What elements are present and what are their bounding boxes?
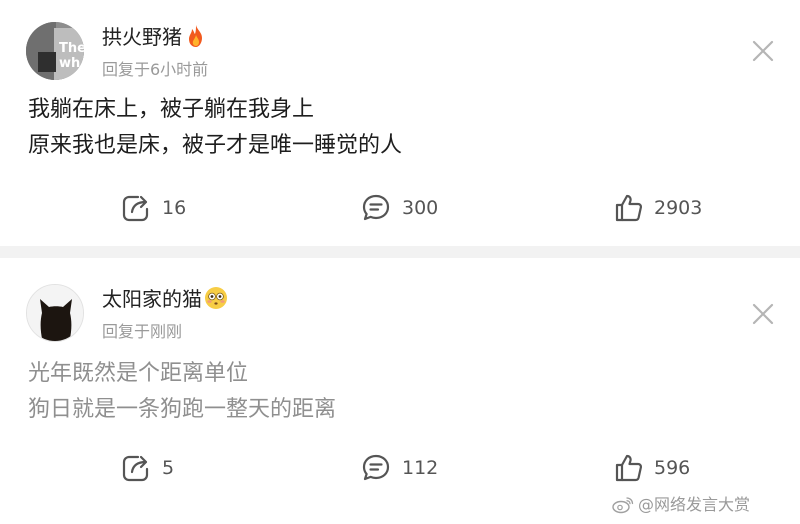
close-button[interactable] [751,302,775,326]
comment-card-1: The wh 拱火野猪 回复于6小时前 我躺在床上，被子躺在我身上 原来我也是床… [0,0,800,246]
share-icon [122,455,149,482]
share-icon [122,195,149,222]
comment-count: 300 [402,197,439,219]
like-icon [615,454,643,482]
cat-avatar-image [27,285,83,341]
username[interactable]: 太阳家的猫 [102,286,228,316]
username-text[interactable]: 太阳家的猫 [102,287,202,311]
watermark: @网络发言大赏 [612,494,750,516]
action-bar: 16 300 2903 [0,192,800,224]
close-button[interactable] [751,39,775,63]
comment-icon [362,454,390,481]
comment-button[interactable]: 300 [360,192,438,224]
avatar[interactable]: The wh [26,22,84,80]
like-count: 596 [654,457,691,479]
reply-time: 回复于刚刚 [102,322,183,341]
avatar[interactable] [26,284,84,342]
like-count: 2903 [654,197,703,219]
share-count: 16 [162,197,187,219]
avatar-image: The wh [26,22,84,80]
watermark-text: @网络发言大赏 [638,495,751,514]
close-icon [752,303,774,325]
like-button[interactable]: 2903 [614,192,702,224]
comment-line: 狗日就是一条狗跑一整天的距离 [28,397,337,422]
username-text[interactable]: 拱火野猪 [102,25,182,49]
avatar-text-2: wh [59,56,80,71]
comment-count: 112 [402,457,439,479]
close-icon [752,40,774,62]
reply-time: 回复于6小时前 [102,60,209,79]
share-button[interactable]: 16 [120,192,186,224]
action-bar: 5 112 596 [0,452,800,484]
comment-line: 原来我也是床，被子才是唯一睡觉的人 [28,133,403,158]
comment-line: 我躺在床上，被子躺在我身上 [28,97,315,122]
avatar-text-1: The [59,41,84,56]
weibo-logo-icon [612,497,634,514]
share-count: 5 [162,457,175,479]
comment-button[interactable]: 112 [360,452,438,484]
like-icon [615,194,643,222]
comment-line: 光年既然是个距离单位 [28,361,249,386]
comment-card-2: 太阳家的猫 回复于刚刚 光年既然是个距离单位 狗日就是一条狗跑一整天的距离 5 … [0,258,800,524]
comment-content: 光年既然是个距离单位 狗日就是一条狗跑一整天的距离 [28,356,336,428]
username[interactable]: 拱火野猪 [102,24,208,54]
comment-content: 我躺在床上，被子躺在我身上 原来我也是床，被子才是唯一睡觉的人 [28,92,402,164]
flushed-face-icon [204,286,228,316]
fire-icon [184,24,208,54]
like-button[interactable]: 596 [614,452,690,484]
comment-icon [362,194,390,221]
share-button[interactable]: 5 [120,452,174,484]
